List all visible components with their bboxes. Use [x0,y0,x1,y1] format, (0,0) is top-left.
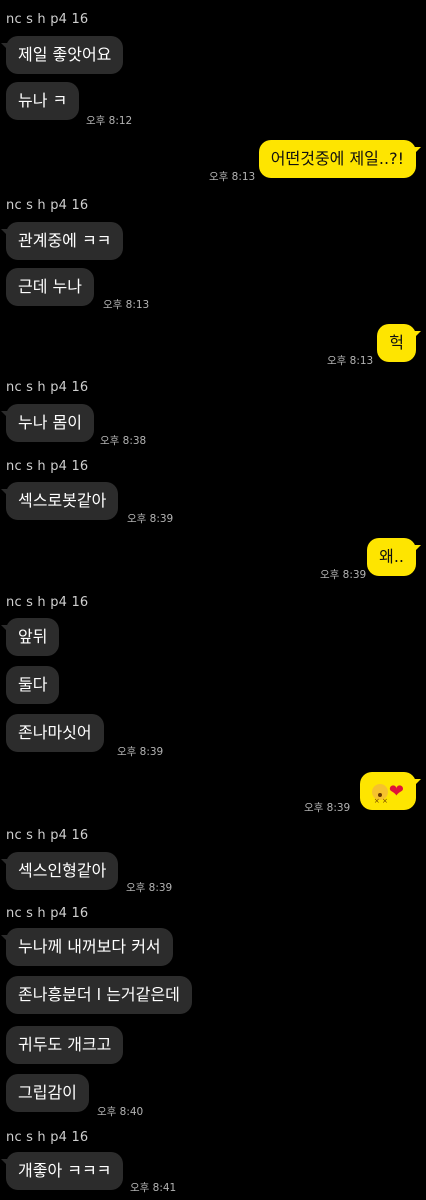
chat-bubble[interactable]: 둘다 [6,666,60,704]
message-text: 앞뒤 [18,627,48,646]
my-chat-bubble[interactable]: 헉 [377,324,421,362]
chat-bubble[interactable]: 존나마싯어 [6,714,104,752]
sender-name: nc s h p4 16 [6,459,89,474]
message-text: 근데 누나 [18,277,82,296]
message-time: 오후 8:39 [127,513,174,525]
chat-bubble[interactable]: 존나흥분더 l 는거같은데 [6,976,192,1014]
my-chat-bubble[interactable]: ❤ [359,772,422,820]
chat-bubble[interactable]: 그립감이 [6,1074,89,1112]
message-text: 헉 [389,333,404,352]
message-time: 오후 8:40 [97,1106,144,1118]
sender-name: nc s h p4 16 [6,12,89,27]
chat-bubble[interactable]: 앞뒤 [0,618,60,656]
message-time: 오후 8:38 [100,435,147,447]
chat-bubble[interactable]: 섹스로봇같아 [0,482,119,520]
my-chat-bubble[interactable]: 어떤것중에 제일..?! [258,140,422,178]
red-heart-icon: ❤ [388,780,404,802]
message-text: 존나마싯어 [18,723,92,742]
sender-name: nc s h p4 16 [6,906,89,921]
dizzy-face-icon [371,782,388,820]
chat-bubble[interactable]: 섹스인형같아 [0,852,119,890]
message-time: 오후 8:12 [86,115,133,127]
message-text: 누나께 내꺼보다 커서 [18,937,161,956]
message-text: 뉴나 ㅋ [18,91,68,110]
message-text: 존나흥분더 l 는거같은데 [18,985,180,1004]
message-time: 오후 8:39 [304,802,351,814]
message-time: 오후 8:39 [320,569,367,581]
sender-name: nc s h p4 16 [6,380,89,395]
message-time: 오후 8:13 [327,355,374,367]
message-text: 섹스로봇같아 [18,491,107,510]
message-text: 관계중에 ㅋㅋ [18,231,112,250]
chat-bubble[interactable]: 개좋아 ㅋㅋㅋ [0,1152,124,1190]
message-text: 그립감이 [18,1083,77,1102]
chat-bubble[interactable]: 근데 누나 [6,268,94,306]
message-time: 오후 8:13 [103,299,150,311]
chat-bubble[interactable]: 귀두도 개크고 [6,1026,124,1064]
message-text: 둘다 [18,675,48,694]
message-text: 개좋아 ㅋㅋㅋ [18,1161,112,1180]
message-time: 오후 8:41 [130,1182,177,1194]
sender-name: nc s h p4 16 [6,1130,89,1145]
message-text: 제일 좋앗어요 [18,45,112,64]
message-text: 섹스인형같아 [18,861,107,880]
sender-name: nc s h p4 16 [6,595,89,610]
message-text: 귀두도 개크고 [18,1035,112,1054]
message-time: 오후 8:13 [209,171,256,183]
sender-name: nc s h p4 16 [6,198,89,213]
chat-bubble[interactable]: 누나 몸이 [1,404,94,442]
my-chat-bubble[interactable]: 왜.. [367,538,421,576]
chat-bubble[interactable]: 제일 좋앗어요 [0,36,124,74]
message-time: 오후 8:39 [117,746,164,758]
sender-name: nc s h p4 16 [6,828,89,843]
message-time: 오후 8:39 [126,882,173,894]
chat-bubble[interactable]: 관계중에 ㅋㅋ [0,222,124,260]
chat-bubble[interactable]: 뉴나 ㅋ [6,82,80,120]
message-text: 왜.. [379,547,404,566]
chat-bubble[interactable]: 누나께 내꺼보다 커서 [1,928,173,966]
message-text: 누나 몸이 [18,413,82,432]
message-text: 어떤것중에 제일..?! [270,149,404,168]
